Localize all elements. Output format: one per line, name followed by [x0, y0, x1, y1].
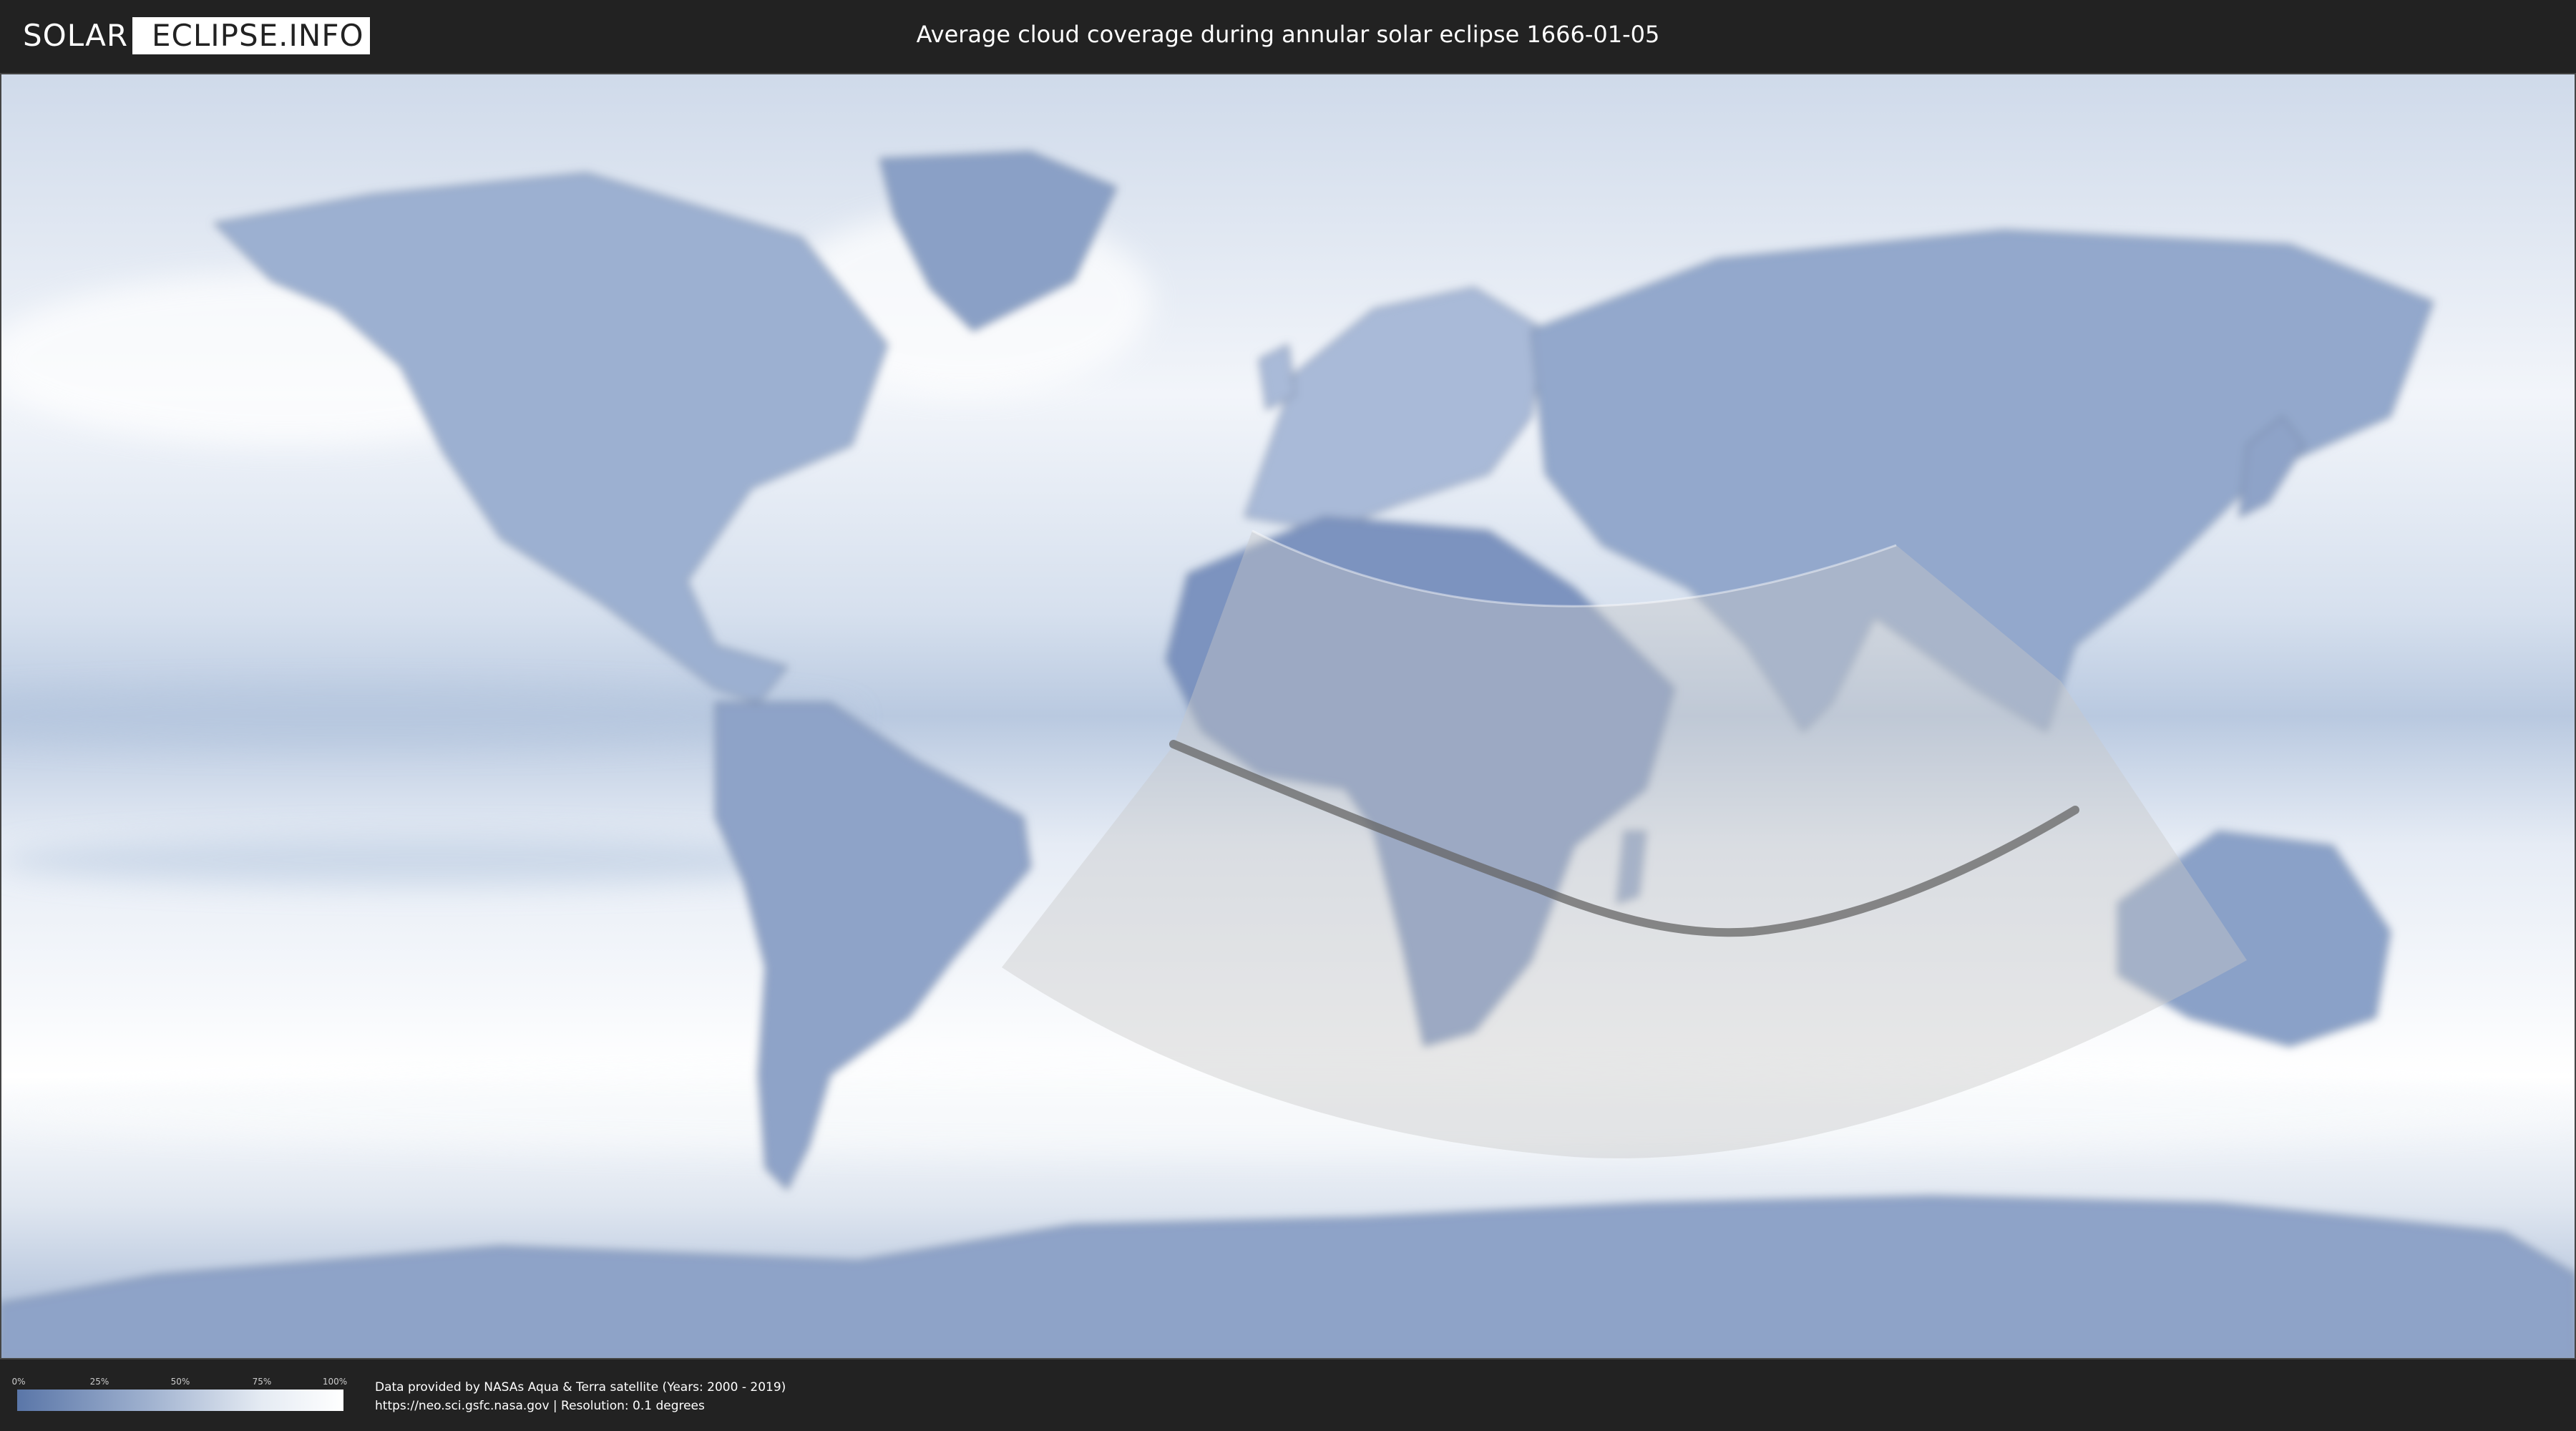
legend-tick-50: 50%	[170, 1377, 190, 1387]
legend-tick-0: 0%	[11, 1377, 26, 1387]
header-bar: SOLAR ◀ ECLIPSE.INFO Average cloud covera…	[0, 0, 2576, 72]
page-title: Average cloud coverage during annular so…	[916, 21, 1660, 48]
credits-line-url: https://neo.sci.gsfc.nasa.gov | Resoluti…	[375, 1399, 705, 1413]
legend-color-bar	[17, 1390, 343, 1411]
footer-bar: 0% 25% 50% 75% 100% Data provided by NAS…	[0, 1359, 2576, 1431]
legend-tick-25: 25%	[89, 1377, 109, 1387]
credits-line-source: Data provided by NASAs Aqua & Terra sate…	[375, 1380, 786, 1395]
data-credits: Data provided by NASAs Aqua & Terra sate…	[375, 1378, 786, 1415]
cloud-coverage-map	[0, 73, 2576, 1359]
legend-tick-75: 75%	[252, 1377, 272, 1387]
legend-ticks: 0% 25% 50% 75% 100%	[11, 1377, 347, 1390]
legend-tick-100: 100%	[322, 1377, 348, 1387]
cloud-coverage-legend: 0% 25% 50% 75% 100%	[11, 1377, 347, 1411]
